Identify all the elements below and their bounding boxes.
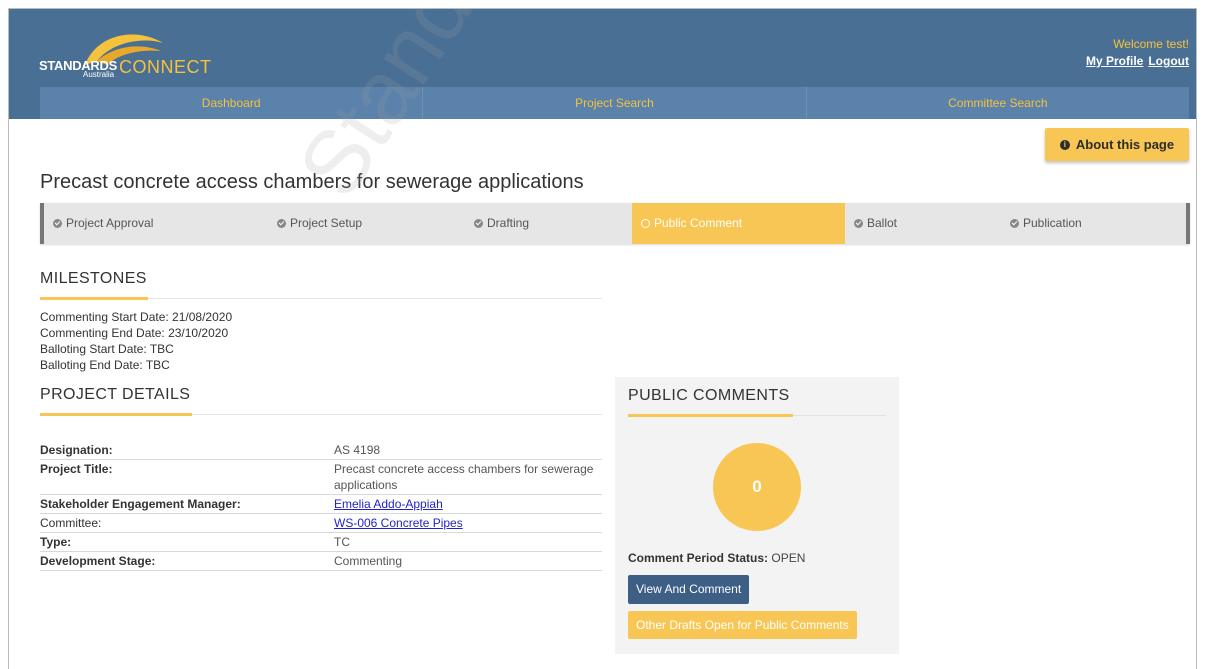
stage-label: Ballot: [867, 216, 898, 230]
milestone-item: Commenting Start Date: 21/08/2020: [40, 310, 233, 324]
welcome-text: Welcome test!: [1113, 37, 1189, 51]
stage-label: Project Setup: [290, 216, 363, 230]
stage-project-setup[interactable]: Project Setup: [268, 203, 465, 244]
engagement-manager-link[interactable]: Emelia Addo-Appiah: [334, 497, 443, 511]
check-circle-icon: [53, 219, 62, 228]
project-stage-tracker: Project Approval Project Setup Drafting …: [40, 203, 1190, 244]
stage-label: Drafting: [487, 216, 530, 230]
milestone-item: Balloting End Date: TBC: [40, 358, 170, 372]
heading-accent-bar: [40, 413, 192, 416]
stage-project-approval[interactable]: Project Approval: [44, 203, 268, 244]
development-stage-label: Development Stage:: [40, 551, 334, 571]
type-value: TC: [334, 532, 602, 552]
public-comments-panel: PUBLIC COMMENTS 0 Comment Period Status:…: [615, 377, 899, 654]
comment-period-status: Comment Period Status: OPEN: [628, 551, 805, 565]
stage-label: Public Comment: [654, 216, 743, 230]
nav-project-search[interactable]: Project Search: [423, 87, 807, 119]
status-value: OPEN: [771, 551, 806, 565]
circle-arrow-icon: [641, 219, 650, 228]
stage-label: Publication: [1023, 216, 1082, 230]
user-menu: Welcome test! My Profile Logout: [1081, 36, 1189, 70]
comment-count-badge: 0: [713, 443, 801, 531]
app-frame: STANDARDS Australia CONNECT Welcome test…: [8, 8, 1197, 669]
table-row: Type: TC: [40, 532, 602, 552]
engagement-manager-label: Stakeholder Engagement Manager:: [40, 494, 334, 514]
table-row: Stakeholder Engagement Manager: Emelia A…: [40, 494, 602, 514]
public-comments-heading: PUBLIC COMMENTS: [628, 387, 790, 404]
logo-connect-text: CONNECT: [119, 57, 212, 77]
about-button-label: About this page: [1075, 137, 1175, 152]
type-label: Type:: [40, 532, 334, 552]
project-title-label: Project Title:: [40, 459, 334, 495]
development-stage-value: Commenting: [334, 551, 602, 571]
milestones-list: Commenting Start Date: 21/08/2020 Commen…: [40, 309, 232, 373]
project-details-heading: PROJECT DETAILS: [40, 386, 191, 403]
check-circle-icon: [1010, 219, 1019, 228]
milestone-item: Balloting Start Date: TBC: [40, 342, 174, 356]
heading-accent-bar: [628, 414, 793, 417]
table-row: Development Stage: Commenting: [40, 551, 602, 571]
designation-label: Designation:: [40, 441, 334, 460]
my-profile-link[interactable]: My Profile: [1086, 54, 1143, 68]
stage-drafting[interactable]: Drafting: [465, 203, 632, 244]
status-label: Comment Period Status:: [628, 551, 769, 565]
about-this-page-button[interactable]: i About this page: [1045, 128, 1189, 161]
table-row: Designation: AS 4198: [40, 441, 602, 460]
nav-dashboard[interactable]: Dashboard: [40, 87, 424, 119]
committee-label: Committee:: [40, 513, 334, 533]
milestones-heading: MILESTONES: [40, 270, 147, 287]
project-details-table: Designation: AS 4198 Project Title: Prec…: [40, 441, 602, 571]
other-drafts-button[interactable]: Other Drafts Open for Public Comments: [628, 611, 857, 639]
check-circle-icon: [277, 219, 286, 228]
info-icon: i: [1059, 139, 1070, 150]
table-row: Committee: WS-006 Concrete Pipes: [40, 513, 602, 533]
standards-connect-logo[interactable]: STANDARDS Australia CONNECT: [37, 25, 227, 85]
stage-publication[interactable]: Publication: [1001, 203, 1186, 244]
logout-link[interactable]: Logout: [1148, 54, 1189, 68]
check-circle-icon: [854, 219, 863, 228]
milestone-item: Commenting End Date: 23/10/2020: [40, 326, 229, 340]
project-title-value: Precast concrete access chambers for sew…: [334, 459, 602, 495]
logo-australia-text: Australia: [83, 70, 115, 79]
nav-committee-search[interactable]: Committee Search: [807, 87, 1189, 119]
page-title: Precast concrete access chambers for sew…: [40, 171, 584, 193]
stage-ballot[interactable]: Ballot: [845, 203, 1001, 244]
check-circle-icon: [474, 219, 483, 228]
stage-public-comment[interactable]: Public Comment: [632, 203, 845, 244]
stage-label: Project Approval: [66, 216, 154, 230]
committee-link[interactable]: WS-006 Concrete Pipes: [334, 516, 463, 530]
designation-value: AS 4198: [334, 441, 602, 460]
heading-accent-bar: [40, 297, 148, 300]
view-and-comment-button[interactable]: View And Comment: [628, 575, 750, 604]
table-row: Project Title: Precast concrete access c…: [40, 459, 602, 495]
main-nav: Dashboard Project Search Committee Searc…: [40, 87, 1189, 119]
